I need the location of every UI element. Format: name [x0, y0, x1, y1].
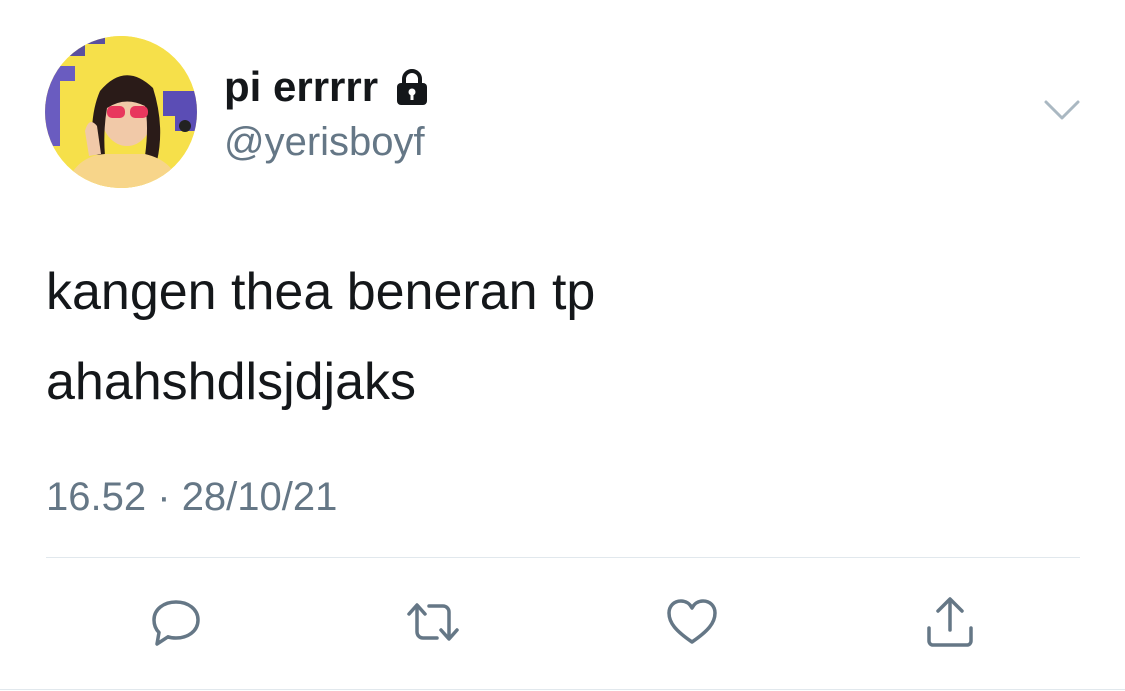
tweet-text-line: ahahshdlsjdjaks: [46, 353, 417, 411]
user-handle[interactable]: @yerisboyf: [224, 117, 425, 167]
tweet-text-line: kangen thea beneran tp: [46, 263, 596, 321]
lock-icon: [392, 67, 432, 107]
heart-icon: [664, 594, 720, 655]
share-icon: [922, 594, 978, 655]
display-name[interactable]: pi errrrr: [224, 62, 378, 112]
tweet-time[interactable]: 16.52: [46, 475, 146, 519]
comment-icon: [148, 594, 204, 655]
display-name-row[interactable]: pi errrrr: [224, 62, 432, 112]
timestamp-separator: ·: [157, 475, 171, 519]
bottom-divider: [0, 689, 1125, 690]
avatar[interactable]: [45, 36, 197, 188]
tweet-date[interactable]: 28/10/21: [182, 475, 338, 519]
chevron-down-icon[interactable]: [1042, 98, 1082, 129]
avatar-photo: [45, 36, 197, 188]
like-button[interactable]: [662, 595, 722, 653]
tweet-card: pi errrrr @yerisboyf kangen thea beneran…: [0, 0, 1125, 691]
reply-button[interactable]: [146, 595, 206, 653]
retweet-icon: [403, 594, 463, 655]
tweet-text: kangen thea beneran tp ahahshdlsjdjaks: [46, 247, 1046, 427]
share-button[interactable]: [920, 595, 980, 653]
retweet-button[interactable]: [403, 595, 463, 653]
tweet-timestamp[interactable]: 16.52 · 28/10/21: [46, 472, 337, 522]
divider: [46, 557, 1080, 558]
